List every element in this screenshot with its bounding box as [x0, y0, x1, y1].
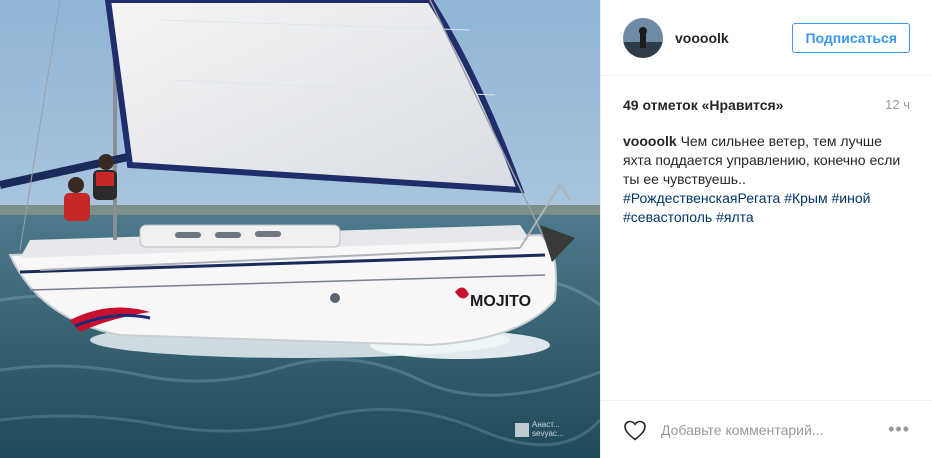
avatar-image: [623, 17, 663, 58]
heart-outline-icon[interactable]: [623, 419, 647, 441]
yacht-photo: MOJITO: [0, 0, 600, 458]
hashtag-link[interactable]: #севастополь: [623, 209, 712, 225]
post-time[interactable]: 12 ч: [885, 97, 910, 113]
follow-button[interactable]: Подписаться: [792, 22, 910, 53]
post-caption: voooolk Чем сильнее ветер, тем лучше яхт…: [601, 113, 932, 227]
photo-watermark: Анаст... sevyac...: [532, 420, 564, 438]
hashtag-link[interactable]: #ялта: [716, 209, 754, 225]
likes-count[interactable]: 49 отметок «Нравится»: [623, 97, 783, 113]
post-header: voooolk Подписаться: [601, 0, 932, 76]
watermark-line-2: sevyac...: [532, 429, 564, 438]
post-meta: 49 отметок «Нравится» 12 ч: [601, 76, 932, 113]
watermark-logo-icon: [515, 423, 529, 437]
hashtag-link[interactable]: #Крым: [784, 190, 827, 206]
watermark-line-1: Анаст...: [532, 420, 560, 429]
hashtag-link[interactable]: #РождественскаяРегата: [623, 190, 780, 206]
avatar[interactable]: [623, 17, 663, 58]
post-sidebar: voooolk Подписаться 49 отметок «Нравится…: [600, 0, 932, 458]
instagram-post: MOJITO Анаст... sevyac... voooolk Подпис…: [0, 0, 932, 458]
more-options-icon[interactable]: •••: [888, 419, 910, 440]
caption-username[interactable]: voooolk: [623, 133, 677, 149]
hashtag-link[interactable]: #иной: [832, 190, 871, 206]
post-photo[interactable]: MOJITO Анаст... sevyac...: [0, 0, 600, 458]
comment-bar: •••: [601, 400, 932, 458]
comment-input[interactable]: [659, 420, 889, 439]
hull-name: MOJITO: [470, 293, 531, 310]
username[interactable]: voooolk: [675, 30, 792, 46]
